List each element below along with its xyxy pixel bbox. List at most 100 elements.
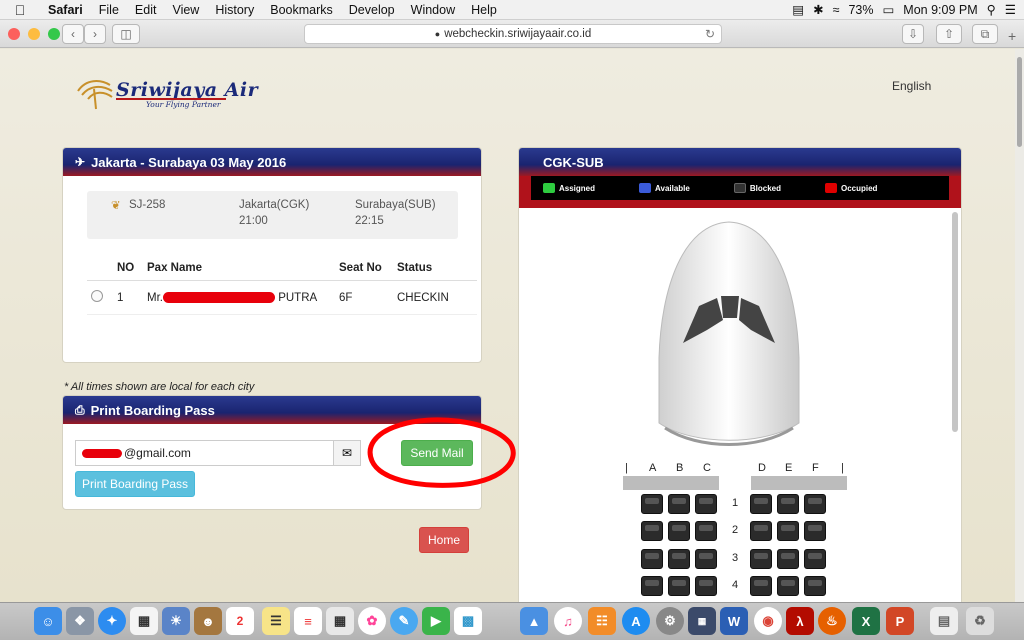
display-icon[interactable]: ▤	[792, 2, 804, 17]
word-icon[interactable]: W	[720, 607, 748, 635]
seat-1d[interactable]	[750, 494, 772, 514]
seat-2f[interactable]	[804, 521, 826, 541]
address-bar[interactable]: ● webcheckin.sriwijayaair.co.id ↻	[304, 24, 722, 44]
acrobat-icon[interactable]: λ	[786, 607, 814, 635]
contacts-icon[interactable]: ☻	[194, 607, 222, 635]
bluetooth-icon[interactable]: ✱	[813, 2, 823, 17]
seat-1c[interactable]	[695, 494, 717, 514]
home-button[interactable]: Home	[419, 527, 469, 553]
notification-center-icon[interactable]: ☰	[1005, 2, 1016, 17]
menu-file[interactable]: File	[91, 3, 127, 17]
mission-control-icon[interactable]: ▦	[688, 607, 716, 635]
forward-button[interactable]: ›	[84, 24, 106, 44]
passenger-no: 1	[113, 280, 143, 315]
menu-view[interactable]: View	[164, 3, 207, 17]
passenger-radio[interactable]	[91, 290, 103, 302]
seat-map-scrollbar[interactable]	[952, 212, 958, 432]
firefox-icon[interactable]: ♨	[818, 607, 846, 635]
itunes-icon[interactable]: ♫	[554, 607, 582, 635]
page-scrollbar-thumb[interactable]	[1017, 57, 1022, 147]
share-button[interactable]: ⇧	[936, 24, 962, 44]
clock[interactable]: Mon 9:09 PM	[903, 3, 977, 17]
email-field[interactable]: @gmail.com	[75, 440, 361, 466]
minimize-window-icon[interactable]	[28, 27, 40, 40]
wifi-icon[interactable]: ≈	[833, 3, 840, 17]
seat-3e[interactable]	[777, 549, 799, 569]
menu-edit[interactable]: Edit	[127, 3, 165, 17]
seat-1f[interactable]	[804, 494, 826, 514]
ibooks-icon[interactable]: ☷	[588, 607, 616, 635]
seat-4c[interactable]	[695, 576, 717, 596]
safari-icon[interactable]: ✦	[98, 607, 126, 635]
seat-1a[interactable]	[641, 494, 663, 514]
seat-1e[interactable]	[777, 494, 799, 514]
numbers-icon[interactable]: ▩	[454, 607, 482, 635]
seat-4b[interactable]	[668, 576, 690, 596]
keynote-icon[interactable]: ▲	[520, 607, 548, 635]
logo-emblem-icon	[77, 80, 113, 110]
column-label-d: D	[758, 462, 766, 474]
notes-icon[interactable]: ☰	[262, 607, 290, 635]
powerpoint-icon[interactable]: P	[886, 607, 914, 635]
seat-3f[interactable]	[804, 549, 826, 569]
excel-icon[interactable]: X	[852, 607, 880, 635]
app-store-icon[interactable]: A	[622, 607, 650, 635]
menu-bookmarks[interactable]: Bookmarks	[262, 3, 341, 17]
menu-window[interactable]: Window	[403, 3, 463, 17]
seat-2e[interactable]	[777, 521, 799, 541]
sriwijaya-logo[interactable]: Sriwijaya Air Your Flying Partner	[74, 77, 258, 117]
reload-icon[interactable]: ↻	[705, 27, 715, 41]
chrome-icon[interactable]: ◉	[754, 607, 782, 635]
spotlight-icon[interactable]: ⚲	[987, 2, 996, 17]
photos-icon[interactable]: ✿	[358, 607, 386, 635]
seat-4e[interactable]	[777, 576, 799, 596]
documents-stack-icon[interactable]: ▤	[930, 607, 958, 635]
finder-icon[interactable]: ☺	[34, 607, 62, 635]
tabs-button[interactable]: ⧉	[972, 24, 998, 44]
seat-2b[interactable]	[668, 521, 690, 541]
seat-4f[interactable]	[804, 576, 826, 596]
menu-develop[interactable]: Develop	[341, 3, 403, 17]
menu-history[interactable]: History	[207, 3, 262, 17]
page-scrollbar[interactable]	[1015, 49, 1024, 602]
galley-left	[623, 476, 719, 490]
battery-icon[interactable]: ▭	[882, 2, 894, 17]
seat-2c[interactable]	[695, 521, 717, 541]
battery-percent[interactable]: 73%	[848, 3, 873, 17]
seat-3d[interactable]	[750, 549, 772, 569]
table-row[interactable]: 1 Mr. PUTRA 6F CHECKIN	[87, 280, 477, 315]
zoom-window-icon[interactable]	[48, 27, 60, 40]
seat-4a[interactable]	[641, 576, 663, 596]
launchpad-icon[interactable]: ❖	[66, 607, 94, 635]
browser-toolbar: ‹ › ◫ ● webcheckin.sriwijayaair.co.id ↻ …	[0, 20, 1024, 48]
print-boarding-pass-button[interactable]: Print Boarding Pass	[75, 471, 195, 497]
document-app-icon[interactable]: ▦	[326, 607, 354, 635]
seat-3c[interactable]	[695, 549, 717, 569]
calendar-icon[interactable]: 2	[226, 607, 254, 635]
language-link[interactable]: English	[892, 79, 931, 93]
seat-2d[interactable]	[750, 521, 772, 541]
sidebar-button[interactable]: ◫	[112, 24, 140, 44]
trash-icon[interactable]: ♻	[966, 607, 994, 635]
seat-2a[interactable]	[641, 521, 663, 541]
seat-3b[interactable]	[668, 549, 690, 569]
url-text: webcheckin.sriwijayaair.co.id	[444, 28, 592, 40]
system-preferences-icon[interactable]: ⚙	[656, 607, 684, 635]
close-window-icon[interactable]	[8, 27, 20, 40]
back-button[interactable]: ‹	[62, 24, 84, 44]
downloads-button[interactable]: ⇩	[902, 24, 924, 44]
seat-4d[interactable]	[750, 576, 772, 596]
seat-3a[interactable]	[641, 549, 663, 569]
grid-app-icon[interactable]: ▦	[130, 607, 158, 635]
menu-app-name[interactable]: Safari	[40, 3, 91, 17]
menu-help[interactable]: Help	[463, 3, 505, 17]
row-number-1: 1	[731, 497, 739, 509]
messages-icon[interactable]: ✎	[390, 607, 418, 635]
apple-icon[interactable]: 	[0, 2, 40, 18]
flight-panel-title: Jakarta - Surabaya 03 May 2016	[91, 154, 287, 170]
reminders-icon[interactable]: ≡	[294, 607, 322, 635]
seat-1b[interactable]	[668, 494, 690, 514]
preview-icon[interactable]: ☀	[162, 607, 190, 635]
new-tab-icon[interactable]: +	[1008, 28, 1016, 44]
facetime-icon[interactable]: ▶	[422, 607, 450, 635]
